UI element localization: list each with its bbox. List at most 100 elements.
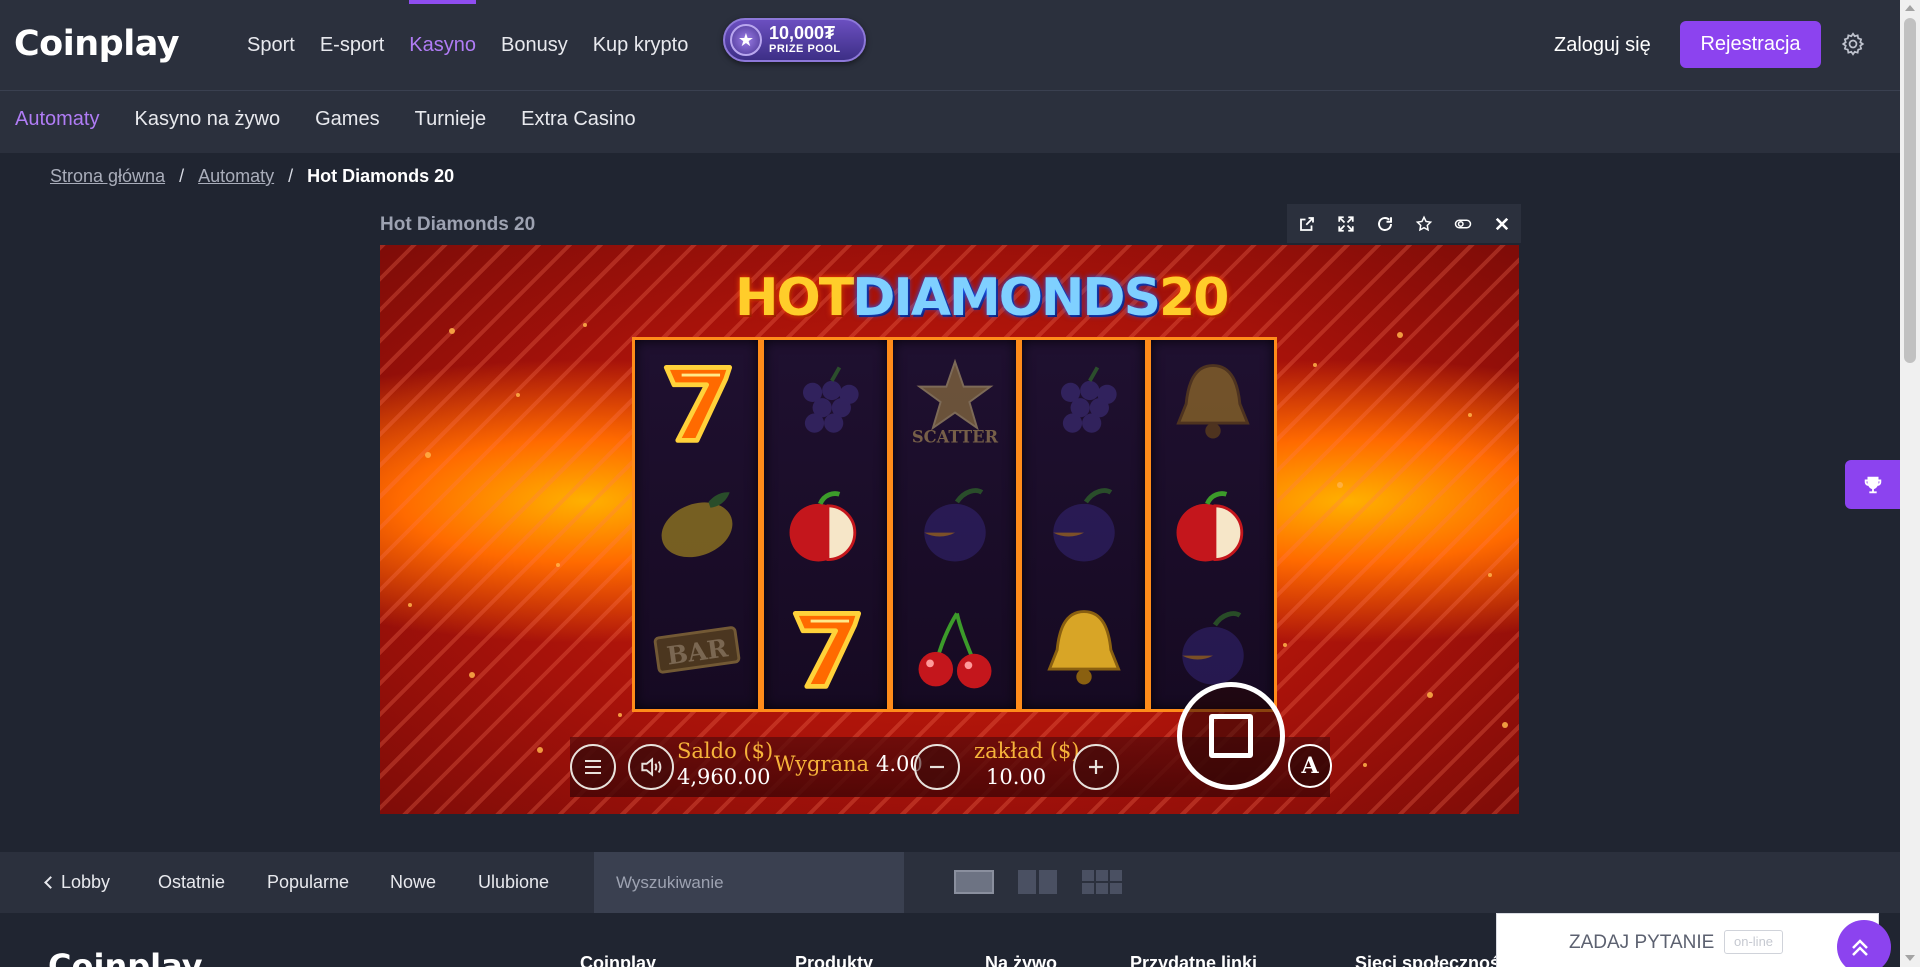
tab-recent[interactable]: Ostatnie: [158, 872, 225, 893]
trophy-tab[interactable]: [1845, 460, 1900, 509]
footer-col-live: Na żywo: [985, 953, 1058, 967]
reel-4: [1019, 337, 1148, 712]
grapes-icon: [764, 340, 887, 463]
breadcrumb-separator: /: [179, 166, 185, 186]
game-toolbar: [1287, 204, 1521, 243]
sound-icon[interactable]: [628, 744, 674, 790]
footer-col-social: Sieci społecznoś: [1355, 953, 1501, 967]
bell-icon: [1022, 586, 1145, 709]
plum-icon: [893, 463, 1016, 586]
tab-new[interactable]: Nowe: [390, 872, 436, 893]
subnav-tournaments[interactable]: Turnieje: [415, 108, 487, 131]
scroll-up-arrow-icon[interactable]: [1905, 5, 1915, 11]
lobby-link[interactable]: Lobby: [44, 872, 111, 893]
bar-icon: BAR: [635, 586, 758, 709]
tab-popular[interactable]: Popularne: [267, 872, 349, 893]
view-grid-icon[interactable]: [1082, 870, 1122, 894]
nav-esport[interactable]: E-sport: [320, 0, 384, 90]
breadcrumb-slots[interactable]: Automaty: [198, 166, 274, 187]
bet-label: zakład ($): [974, 739, 1080, 763]
reel-5: [1148, 337, 1277, 712]
footer-logo[interactable]: Coinplay: [48, 947, 203, 967]
footer-col-useful-links: Przydatne linki: [1130, 953, 1258, 967]
prize-pool-badge[interactable]: ★ 10,000₮ PRIZE POOL: [723, 18, 866, 62]
slot-reels: BAR SCATTER: [632, 337, 1277, 712]
nav-casino[interactable]: Kasyno: [409, 0, 476, 90]
page-scrollbar[interactable]: [1900, 0, 1920, 967]
menu-icon[interactable]: [570, 744, 616, 790]
nav-sport[interactable]: Sport: [247, 0, 295, 90]
nav-buy-crypto[interactable]: Kup krypto: [593, 0, 689, 90]
seven-icon: [635, 340, 758, 463]
cherries-icon: [893, 586, 1016, 709]
bet-decrease-button[interactable]: [914, 744, 960, 790]
breadcrumb-home[interactable]: Strona główna: [50, 166, 165, 187]
game-canvas[interactable]: HOTDIAMONDS20 BAR SCATTER Saldo ($) 4,96…: [380, 245, 1519, 814]
casino-subnav: Automaty Kasyno na żywo Games Turnieje E…: [0, 90, 1900, 153]
logo-hot: HOT: [735, 268, 854, 328]
settings-gear-icon[interactable]: [1840, 31, 1866, 57]
trophy-icon: [1864, 476, 1881, 493]
chat-status-badge: on-line: [1724, 930, 1784, 954]
game-category-bar: Lobby Ostatnie Popularne Nowe Ulubione W…: [0, 852, 1900, 913]
close-icon[interactable]: [1482, 204, 1521, 243]
balance-value: 4,960.00: [677, 765, 771, 789]
logo-20: 20: [1159, 268, 1229, 328]
logo-diamonds: DIAMONDS: [852, 268, 1161, 328]
scroll-down-arrow-icon[interactable]: [1905, 955, 1915, 961]
apple-icon: [1151, 463, 1274, 586]
footer-col-coinplay: Coinplay: [580, 953, 657, 967]
breadcrumb-separator: /: [288, 166, 294, 186]
tab-favorites[interactable]: Ulubione: [478, 872, 549, 893]
seven-icon: [764, 586, 887, 709]
register-button[interactable]: Rejestracja: [1680, 21, 1821, 68]
prize-coin-icon: ★: [730, 24, 762, 56]
chat-widget[interactable]: ZADAJ PYTANIE on-line: [1496, 913, 1891, 967]
grapes-icon: [1022, 340, 1145, 463]
site-logo[interactable]: Coinplay: [14, 24, 180, 64]
nav-bonuses[interactable]: Bonusy: [501, 0, 568, 90]
breadcrumb-current: Hot Diamonds 20: [307, 166, 455, 186]
toggle-icon[interactable]: [1443, 204, 1482, 243]
login-link[interactable]: Zaloguj się: [1554, 34, 1651, 57]
prize-pool-label: PRIZE POOL: [769, 43, 841, 55]
main-nav: Sport E-sport Kasyno Bonusy Kup krypto: [247, 0, 713, 90]
reload-icon[interactable]: [1365, 204, 1404, 243]
scrollbar-thumb[interactable]: [1904, 18, 1916, 363]
lemon-icon: [635, 463, 758, 586]
chat-expand-button[interactable]: [1837, 920, 1891, 967]
footer-col-products: Produkty: [795, 953, 874, 967]
search-input[interactable]: Wyszukiwanie: [594, 852, 904, 913]
scatter-text: SCATTER: [911, 427, 998, 446]
subnav-live-casino[interactable]: Kasyno na żywo: [134, 108, 280, 131]
spin-button[interactable]: [1177, 682, 1285, 790]
reel-1: BAR: [632, 337, 761, 712]
balance-label: Saldo ($): [677, 739, 774, 763]
bell-icon: [1151, 340, 1274, 463]
view-single-icon[interactable]: [954, 870, 994, 894]
game-title: Hot Diamonds 20: [380, 214, 536, 235]
reel-2: [761, 337, 890, 712]
top-header: Coinplay Sport E-sport Kasyno Bonusy Kup…: [0, 0, 1900, 90]
bet-increase-button[interactable]: [1073, 744, 1119, 790]
external-link-icon[interactable]: [1287, 204, 1326, 243]
win-label: Wygrana: [774, 752, 870, 776]
autoplay-button[interactable]: A: [1288, 744, 1332, 788]
reel-3: SCATTER: [890, 337, 1019, 712]
favorite-star-icon[interactable]: [1404, 204, 1443, 243]
subnav-extra-casino[interactable]: Extra Casino: [521, 108, 636, 131]
subnav-games[interactable]: Games: [315, 108, 379, 131]
chevron-left-icon: [44, 876, 57, 889]
chat-ask-label: ZADAJ PYTANIE: [1569, 932, 1715, 953]
fullscreen-icon[interactable]: [1326, 204, 1365, 243]
double-chevron-up-icon: [1852, 939, 1868, 956]
breadcrumb: Strona główna / Automaty / Hot Diamonds …: [50, 166, 454, 187]
apple-icon: [764, 463, 887, 586]
subnav-slots[interactable]: Automaty: [15, 108, 99, 131]
game-logo: HOTDIAMONDS20: [735, 263, 1229, 333]
bet-value: 10.00: [986, 765, 1047, 789]
view-double-icon[interactable]: [1018, 870, 1058, 894]
stop-square-icon: [1209, 714, 1253, 758]
prize-pool-amount: 10,000₮: [769, 23, 836, 43]
lobby-label: Lobby: [61, 872, 111, 892]
